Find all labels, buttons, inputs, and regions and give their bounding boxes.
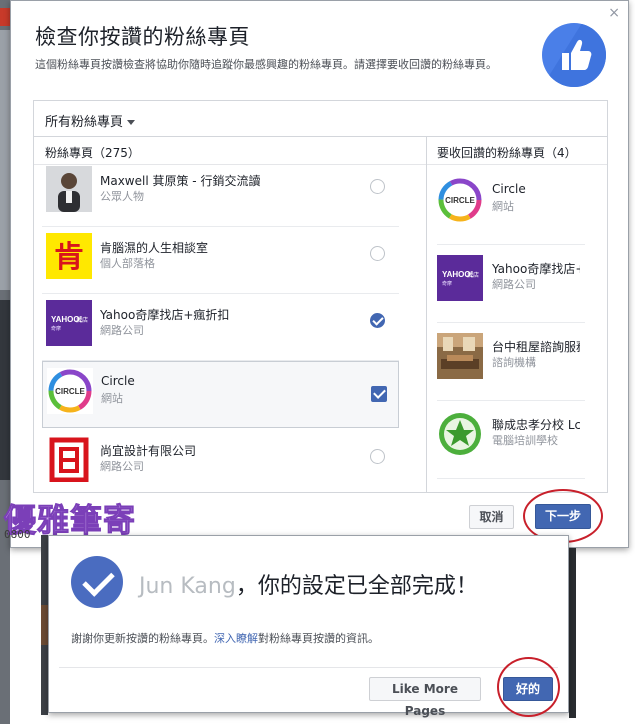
completion-dialog: Jun Kang，你的設定已全部完成！ 謝謝你更新按讚的粉絲專頁。深入瞭解對粉絲…: [48, 535, 569, 718]
svg-text:找店: 找店: [76, 316, 88, 324]
select-checkbox-checked[interactable]: [371, 386, 387, 402]
close-icon[interactable]: ×: [608, 5, 620, 21]
green-star-logo-thumb: [437, 411, 483, 457]
person-photo-thumb: [46, 166, 92, 212]
page-name: Yahoo奇摩找店+瘋折扣: [100, 308, 230, 322]
page-category: 網站: [492, 200, 514, 213]
filter-label: 所有粉絲專頁: [45, 115, 124, 130]
user-name: Jun Kang: [139, 574, 236, 599]
dialog-title: 檢查你按讚的粉絲專頁: [35, 25, 250, 49]
page-row[interactable]: 肯 肯腦濕的人生相談室 個人部落格: [42, 227, 399, 294]
page-category: 網路公司: [492, 278, 536, 291]
completion-description: 謝謝你更新按讚的粉絲專頁。深入瞭解對粉絲專頁按讚的資訊。: [71, 630, 379, 646]
cancel-button[interactable]: 取消: [469, 505, 514, 529]
page-name: Circle: [492, 182, 526, 196]
background-strip: [0, 8, 10, 26]
completion-message: ，你的設定已全部完成！: [235, 574, 478, 599]
svg-text:肯: 肯: [54, 240, 84, 275]
svg-text:CIRCLE: CIRCLE: [55, 387, 85, 396]
page-row[interactable]: YAHOO! 找店 奇摩 Yahoo奇摩找店+瘋折扣 網路公司: [42, 294, 399, 361]
page-category: 諮詢機構: [492, 356, 536, 369]
background-page: [569, 548, 576, 718]
unlike-page-row[interactable]: 台中租屋諮詢服務 諮詢機構: [437, 323, 585, 401]
page-name: 尚宜設計有限公司: [100, 444, 197, 458]
filter-dropdown[interactable]: 所有粉絲專頁: [45, 111, 136, 130]
circle-logo-thumb: CIRCLE: [47, 368, 93, 414]
background-strip: [41, 605, 48, 645]
page-category: 網路公司: [100, 460, 144, 473]
page-likes-review-dialog: × 檢查你按讚的粉絲專頁 這個粉絲專頁按讚檢查將協助你隨時追蹤你最感興趣的粉絲專…: [10, 0, 629, 548]
unlike-pages-header: 要收回讚的粉絲專頁（4）: [427, 137, 607, 165]
page-name: Circle: [101, 374, 135, 388]
ken-logo-thumb: 肯: [46, 233, 92, 279]
background-strip: [0, 300, 10, 480]
page-category: 網路公司: [100, 324, 144, 337]
page-name: 肯腦濕的人生相談室: [100, 241, 209, 255]
select-radio-checked[interactable]: [370, 313, 385, 328]
completion-title: Jun Kang，你的設定已全部完成！: [139, 568, 478, 600]
screenshot-root: × 檢查你按讚的粉絲專頁 這個粉絲專頁按讚檢查將協助你隨時追蹤你最感興趣的粉絲專…: [0, 0, 635, 724]
svg-text:CIRCLE: CIRCLE: [445, 196, 475, 205]
svg-text:奇摩: 奇摩: [51, 325, 61, 332]
background-page: [0, 0, 10, 724]
page-name: Yahoo奇摩找店+: [492, 262, 580, 276]
page-category: 個人部落格: [100, 257, 155, 270]
desc-prefix: 謝謝你更新按讚的粉絲專頁。: [71, 632, 214, 645]
select-radio[interactable]: [370, 449, 385, 464]
watermark-number: 0800: [4, 528, 31, 541]
learn-more-link[interactable]: 深入瞭解: [214, 632, 258, 645]
room-photo-thumb: [437, 333, 483, 379]
page-row-selected[interactable]: CIRCLE Circle 網站: [42, 361, 399, 428]
page-row[interactable]: Maxwell 萁原策 - 行銷交流讀 公眾人物: [42, 160, 399, 227]
like-more-pages-button[interactable]: Like More Pages: [369, 677, 481, 718]
yahoo-logo-thumb: YAHOO! 找店 奇摩: [46, 300, 92, 346]
svg-text:找店: 找店: [467, 271, 479, 279]
svg-text:奇摩: 奇摩: [442, 280, 452, 287]
unlike-pages-column: 要收回讚的粉絲專頁（4） CIRCLE Circle 網站 YAHOO! 找店 …: [426, 137, 607, 492]
dialog-description: 這個粉絲專頁按讚檢查將協助你隨時追蹤你最感興趣的粉絲專頁。請選擇要收回讚的粉絲專…: [35, 58, 497, 71]
divider: [59, 667, 558, 668]
background-strip: [0, 30, 10, 290]
select-radio[interactable]: [370, 179, 385, 194]
circle-logo-thumb: CIRCLE: [437, 177, 483, 223]
filter-bar: 所有粉絲專頁: [34, 101, 607, 137]
select-radio[interactable]: [370, 246, 385, 261]
background-page: [41, 535, 48, 715]
all-pages-column: 粉絲專頁（275） Maxwell 萁原策 - 行銷交流讀 公眾人物 肯 肯腦濕…: [34, 137, 426, 492]
unlike-page-row[interactable]: 聯成忠孝分校 Lc 電腦培訓學校: [437, 401, 585, 479]
pages-panel: 所有粉絲專頁 粉絲專頁（275） Maxwell 萁原策 - 行銷交流讀 公眾人…: [33, 100, 608, 493]
thumbs-up-icon: [542, 23, 606, 87]
unlike-page-row[interactable]: YAHOO! 找店 奇摩 Yahoo奇摩找店+ 網路公司: [437, 245, 585, 323]
page-row[interactable]: 尚宜設計有限公司 網路公司: [42, 430, 399, 492]
unlike-page-row[interactable]: CIRCLE Circle 網站: [437, 167, 585, 245]
desc-suffix: 對粉絲專頁按讚的資訊。: [258, 632, 379, 645]
page-category: 網站: [101, 392, 123, 405]
red-logo-thumb: [46, 436, 92, 482]
page-category: 公眾人物: [100, 190, 144, 203]
page-name: Maxwell 萁原策 - 行銷交流讀: [100, 174, 261, 188]
page-category: 電腦培訓學校: [492, 434, 558, 447]
page-name: 聯成忠孝分校 Lc: [492, 418, 580, 432]
highlight-ring: [497, 657, 560, 717]
yahoo-logo-thumb: YAHOO! 找店 奇摩: [437, 255, 483, 301]
page-name: 台中租屋諮詢服務: [492, 340, 580, 354]
caret-down-icon: [127, 120, 136, 125]
checkmark-icon: [71, 556, 123, 608]
